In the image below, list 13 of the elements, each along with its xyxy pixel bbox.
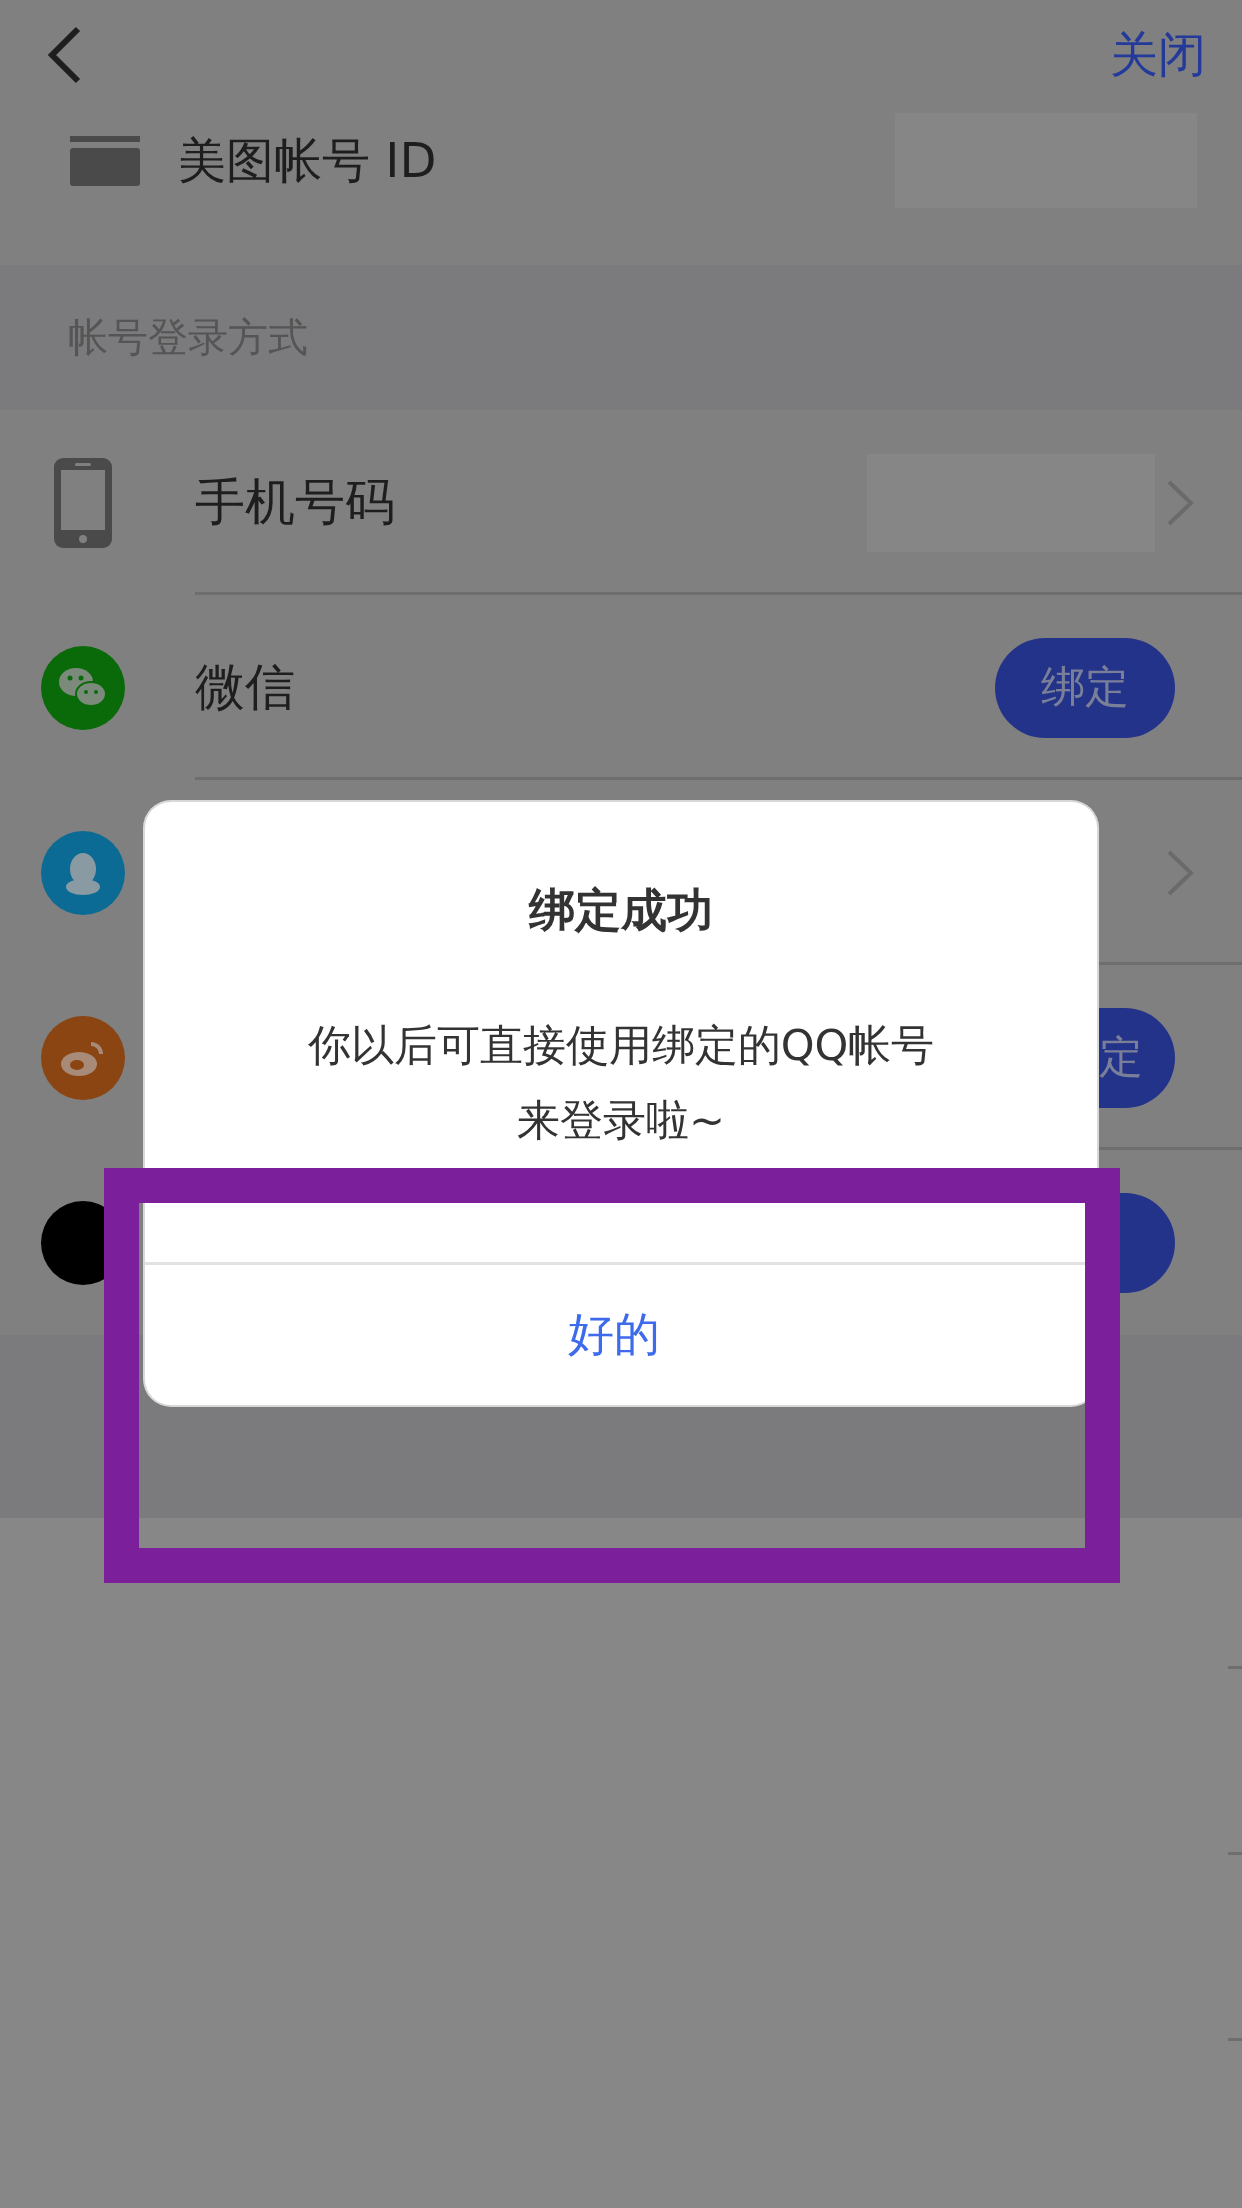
phone-icon [53,457,112,548]
chat-bubbles-icon [40,645,125,730]
penguin-icon [40,830,125,915]
close-link[interactable]: 关闭 [1110,23,1206,87]
dialog-title: 绑定成功 [527,882,714,939]
login-method-label: 微信 [195,657,296,718]
dialog-message: 你以后可直接使用绑定的QQ帐号来登录啦~ [306,1019,936,1147]
ok-button[interactable]: 好的 [149,1265,1079,1405]
bind-button[interactable]: 绑定 [995,637,1175,738]
account-id-label: 美图帐号 ID [178,130,437,190]
login-method-label: 手机号码 [195,472,396,533]
eye-logo-icon [40,1015,125,1100]
card-icon [70,135,140,186]
